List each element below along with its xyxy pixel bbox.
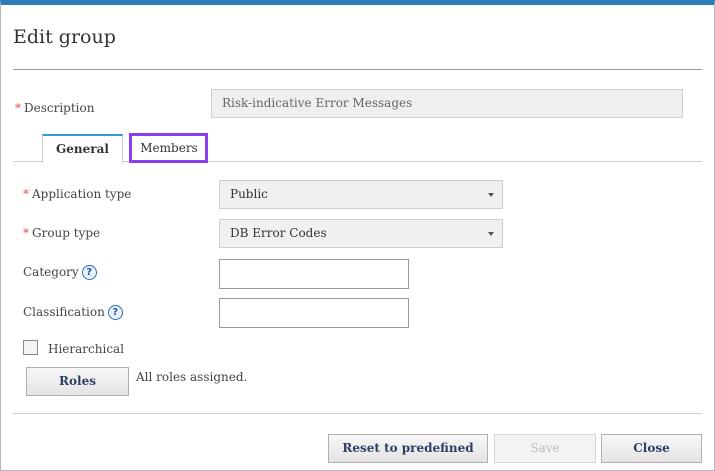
tab-general[interactable]: General: [42, 134, 123, 163]
chevron-down-icon: [488, 232, 494, 236]
description-field[interactable]: Risk-indicative Error Messages: [211, 89, 683, 118]
close-button[interactable]: Close: [601, 434, 702, 463]
application-type-select[interactable]: Public: [219, 180, 503, 209]
save-button[interactable]: Save: [494, 434, 596, 463]
group-type-value: DB Error Codes: [230, 226, 327, 240]
group-type-label: * Group type: [23, 226, 100, 240]
category-label: Category?: [23, 265, 97, 280]
hierarchical-label: Hierarchical: [48, 342, 125, 356]
help-icon[interactable]: ?: [81, 265, 97, 280]
classification-label: Classification?: [23, 305, 123, 320]
help-icon[interactable]: ?: [107, 305, 123, 320]
classification-input[interactable]: [219, 298, 409, 328]
chevron-down-icon: [488, 193, 494, 197]
reset-to-predefined-button[interactable]: Reset to predefined: [328, 434, 488, 463]
classification-label-text: Classification: [23, 305, 105, 319]
required-mark: *: [15, 101, 21, 115]
roles-button[interactable]: Roles: [26, 367, 129, 396]
application-type-label: * Application type: [23, 187, 131, 201]
tab-members[interactable]: Members: [130, 134, 208, 162]
hierarchical-checkbox[interactable]: [23, 340, 38, 355]
group-type-select[interactable]: DB Error Codes: [219, 219, 503, 248]
group-type-label-text: Group type: [32, 226, 101, 240]
application-type-value: Public: [230, 187, 268, 201]
title-divider: [13, 69, 702, 70]
description-label-text: Description: [24, 101, 95, 115]
edit-group-dialog: Edit group * Description Risk-indicative …: [0, 0, 715, 471]
category-label-text: Category: [23, 265, 79, 279]
footer-divider: [13, 413, 702, 414]
dialog-title: Edit group: [13, 26, 116, 48]
required-mark: *: [23, 226, 29, 240]
roles-status-text: All roles assigned.: [136, 370, 248, 384]
category-input[interactable]: [219, 259, 409, 289]
description-label: * Description: [15, 101, 94, 115]
application-type-label-text: Application type: [32, 187, 132, 201]
required-mark: *: [23, 187, 29, 201]
